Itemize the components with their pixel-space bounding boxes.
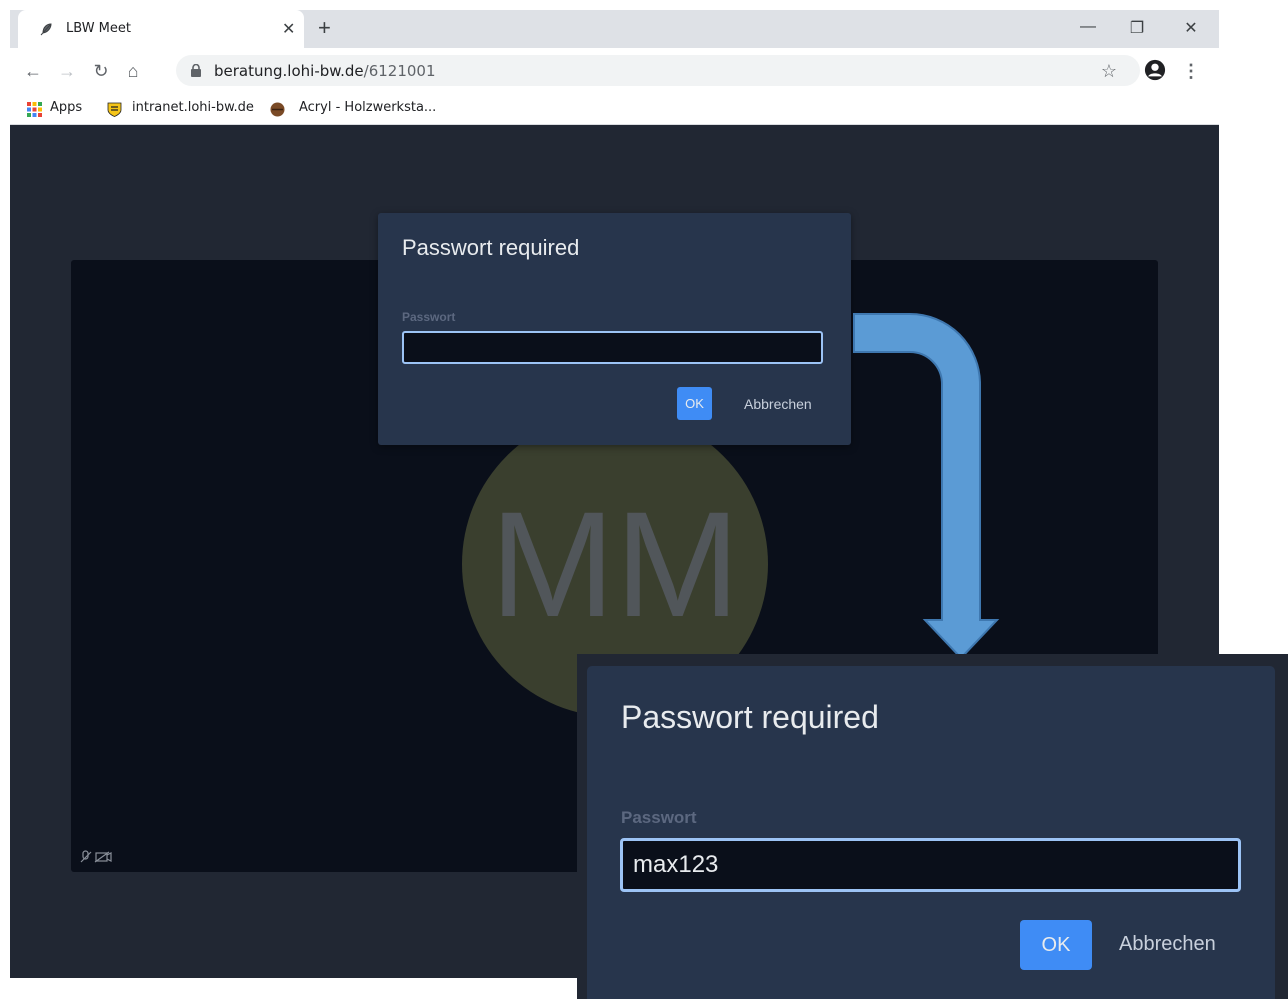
bookmark-acryl[interactable]: Acryl - Holzwerksta... — [299, 100, 436, 115]
home-icon[interactable]: ⌂ — [122, 60, 144, 82]
password-dialog: Passwort required Passwort OK Abbrechen — [378, 213, 851, 445]
zoomed-ok-button[interactable]: OK — [1020, 920, 1092, 970]
tab-lbw-meet[interactable]: LBW Meet ✕ — [18, 10, 304, 48]
close-window-icon[interactable]: ✕ — [1176, 18, 1206, 40]
zoomed-dialog-title: Passwort required — [621, 699, 879, 735]
apps-grid-icon — [27, 102, 42, 117]
close-tab-icon[interactable]: ✕ — [282, 19, 295, 39]
password-label: Passwort — [402, 310, 456, 324]
menu-icon[interactable]: ⋮ — [1180, 60, 1202, 82]
new-tab-icon[interactable]: + — [318, 17, 331, 39]
mic-off-icon — [80, 850, 92, 863]
bookmarks-bar: Apps intranet.lohi-bw.de Acryl - Holzwer… — [10, 94, 1219, 125]
coat-of-arms-icon — [107, 102, 122, 117]
dialog-title: Passwort required — [402, 235, 580, 260]
password-input[interactable] — [402, 331, 823, 364]
bookmark-apps[interactable]: Apps — [50, 100, 82, 115]
forward-icon[interactable]: → — [56, 60, 78, 82]
feather-icon — [40, 23, 52, 36]
restore-icon[interactable]: ❐ — [1122, 18, 1152, 40]
muted-media-icons — [80, 850, 112, 863]
back-icon[interactable]: ← — [22, 60, 44, 82]
zoomed-password-input[interactable] — [620, 838, 1241, 892]
zoomed-cancel-button[interactable]: Abbrechen — [1119, 933, 1216, 956]
lock-icon — [191, 64, 201, 77]
url-path: /6121001 — [363, 62, 436, 80]
wood-logo-icon — [270, 102, 285, 117]
profile-icon[interactable] — [1144, 59, 1166, 81]
zoomed-password-label: Passwort — [621, 808, 697, 827]
reload-icon[interactable]: ↻ — [90, 60, 112, 82]
address-bar[interactable]: beratung.lohi-bw.de/6121001 — [176, 55, 1140, 86]
bookmark-star-icon[interactable]: ☆ — [1098, 60, 1120, 82]
zoomed-inset: Passwort required Passwort OK Abbrechen — [577, 654, 1288, 999]
browser-toolbar: ← → ↻ ⌂ beratung.lohi-bw.de/6121001 ☆ ⋮ — [10, 48, 1219, 94]
tab-title: LBW Meet — [66, 21, 131, 36]
ok-button[interactable]: OK — [677, 387, 712, 420]
url-host: beratung.lohi-bw.de — [214, 62, 364, 80]
zoomed-password-dialog: Passwort required Passwort OK Abbrechen — [587, 666, 1275, 999]
cancel-button[interactable]: Abbrechen — [744, 396, 812, 412]
camera-off-icon — [94, 851, 112, 863]
bookmark-intranet[interactable]: intranet.lohi-bw.de — [132, 100, 254, 115]
url-text: beratung.lohi-bw.de/6121001 — [214, 62, 436, 80]
annotation-arrow — [853, 313, 1000, 660]
minimize-icon[interactable]: — — [1073, 18, 1103, 40]
tab-strip: LBW Meet ✕ + — ❐ ✕ — [10, 10, 1219, 48]
